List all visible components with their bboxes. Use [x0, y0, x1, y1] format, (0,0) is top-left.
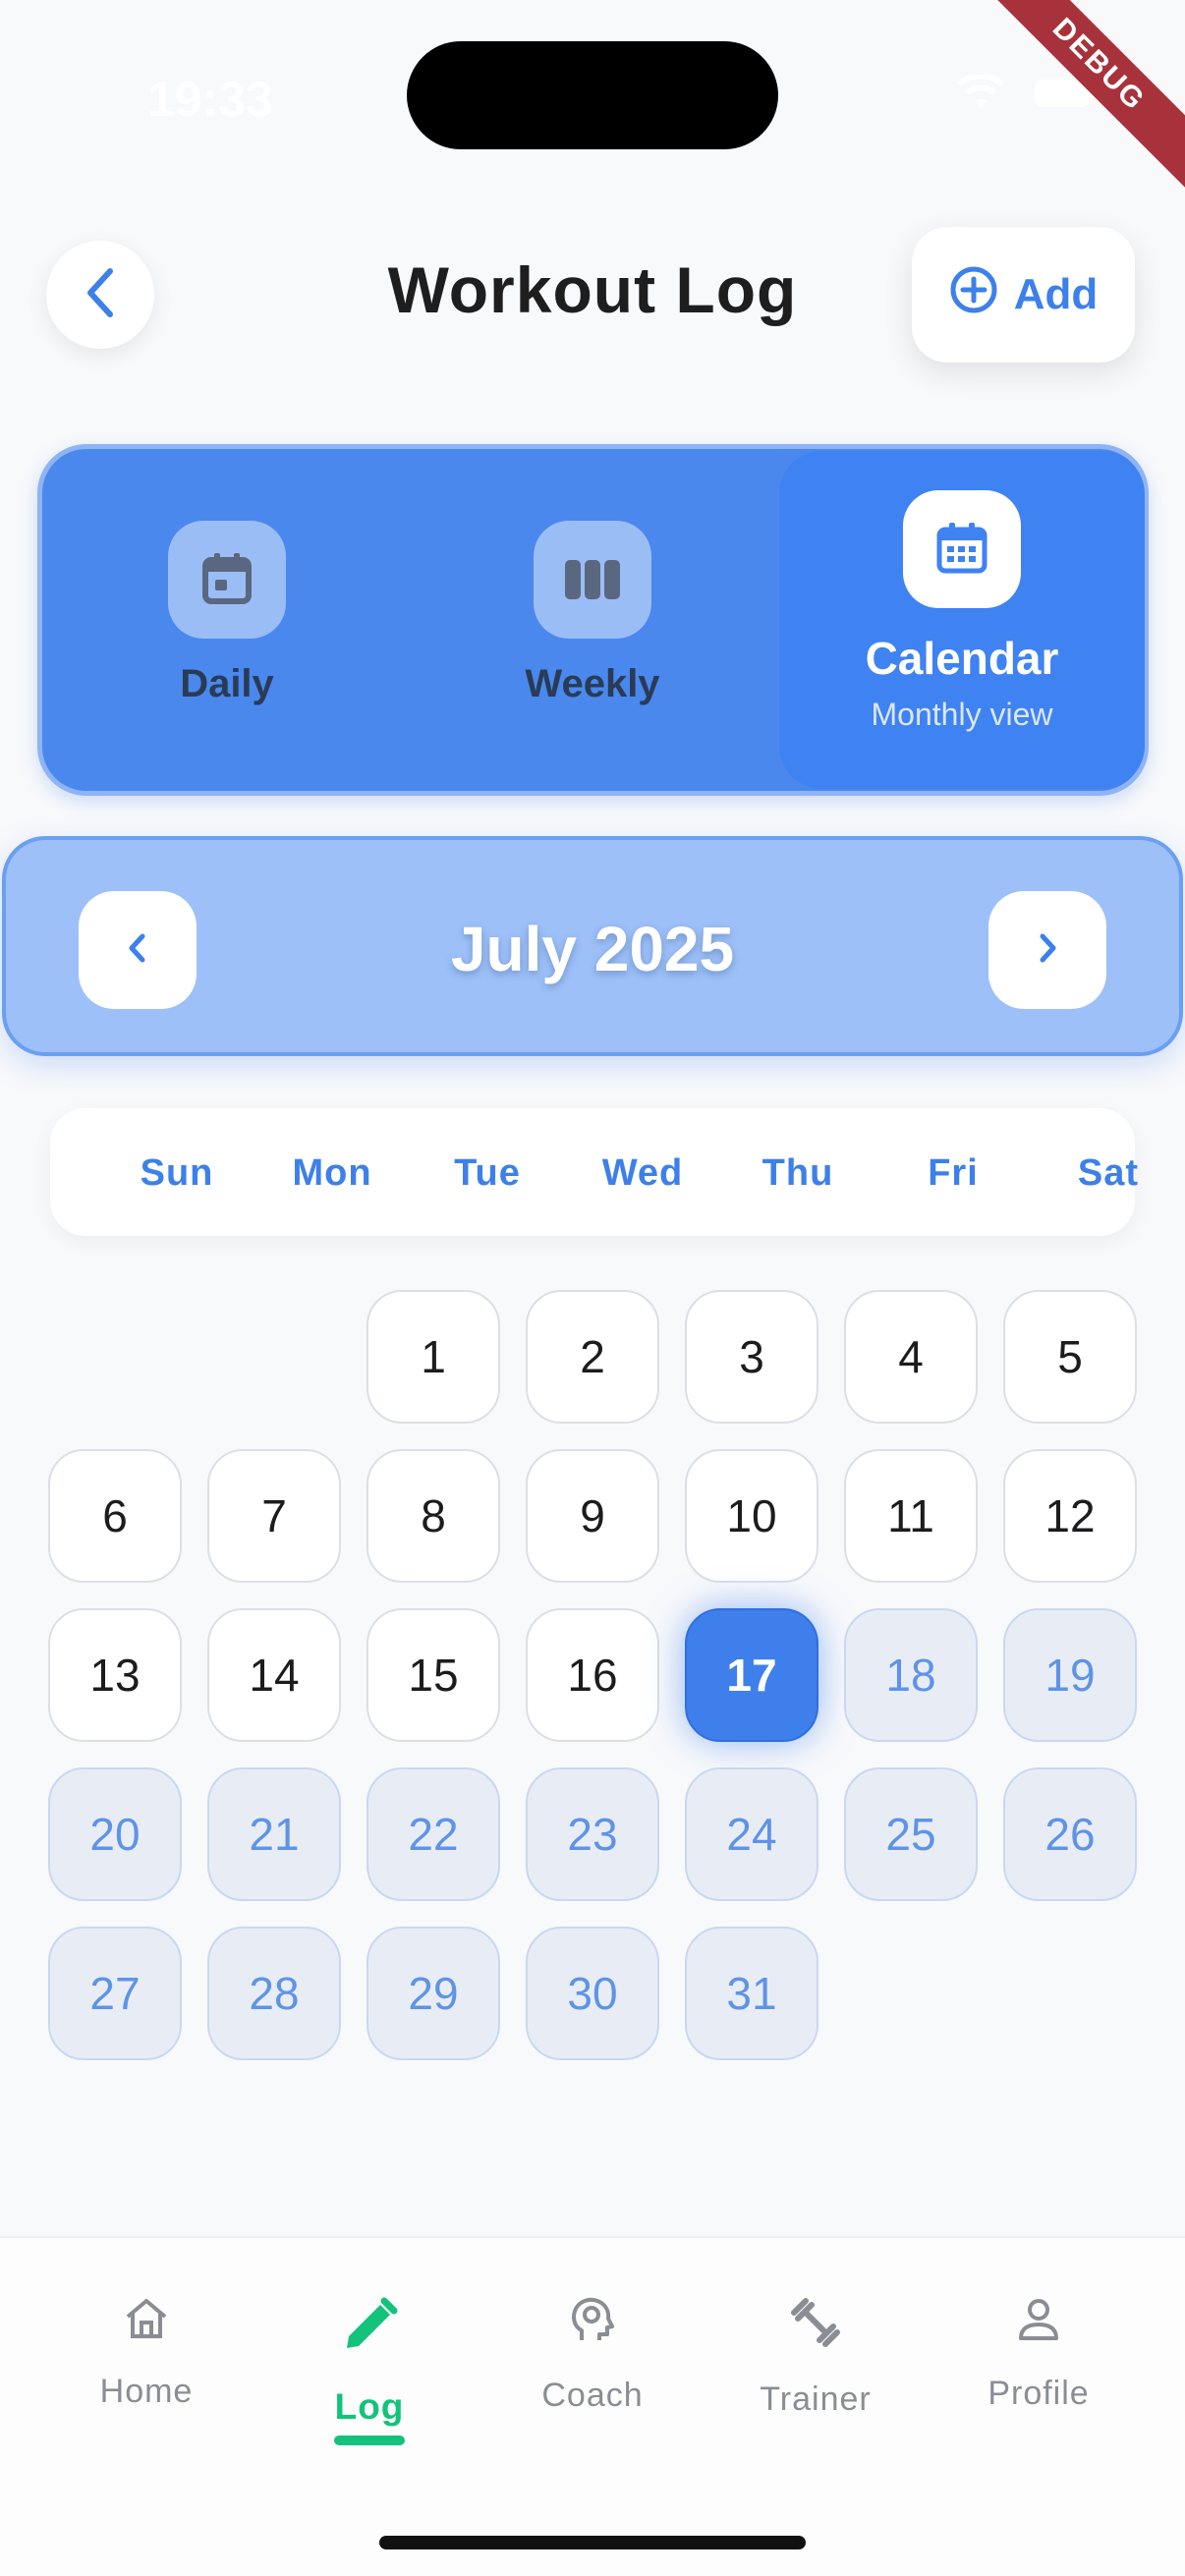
nav-profile-label: Profile [988, 2375, 1090, 2412]
brain-head-icon [568, 2295, 617, 2351]
plus-circle-icon [949, 265, 998, 325]
person-icon [1014, 2295, 1063, 2349]
calendar-day[interactable]: 19 [1003, 1608, 1137, 1742]
view-switcher: Daily Weekly Calendar Monthly view [37, 444, 1149, 796]
weekday-label: Mon [292, 1152, 372, 1194]
weekday-label: Sun [140, 1152, 214, 1194]
calendar-day[interactable]: 14 [207, 1608, 341, 1742]
tab-daily[interactable]: Daily [109, 449, 345, 791]
nav-log-label: Log [334, 2386, 405, 2427]
back-button[interactable] [46, 241, 154, 349]
nav-coach-label: Coach [541, 2377, 644, 2414]
calendar-day[interactable]: 5 [1003, 1290, 1137, 1424]
chevron-right-icon [1033, 928, 1062, 973]
nav-coach[interactable]: Coach [494, 2295, 691, 2415]
calendar-day[interactable]: 15 [367, 1608, 500, 1742]
home-indicator [379, 2536, 806, 2549]
dumbbell-icon [788, 2295, 843, 2355]
weekday-label: Sat [1077, 1152, 1140, 1194]
calendar-day[interactable]: 13 [48, 1608, 182, 1742]
calendar-day-icon [168, 521, 286, 639]
month-navigator: July 2025 [2, 836, 1183, 1056]
calendar-day[interactable]: 27 [48, 1927, 182, 2060]
calendar-day[interactable]: 11 [844, 1449, 978, 1583]
weekday-label: Tue [454, 1152, 521, 1194]
pencil-icon [339, 2295, 400, 2361]
calendar-day[interactable]: 10 [685, 1449, 818, 1583]
add-button[interactable]: Add [912, 227, 1135, 363]
calendar-day[interactable]: 26 [1003, 1767, 1137, 1901]
calendar-day[interactable]: 25 [844, 1767, 978, 1901]
nav-trainer-label: Trainer [760, 2380, 872, 2418]
dynamic-island [407, 41, 778, 149]
status-indicators [955, 75, 1097, 112]
nav-home-label: Home [99, 2373, 194, 2410]
nav-log[interactable]: Log [271, 2295, 468, 2445]
nav-profile[interactable]: Profile [940, 2295, 1137, 2413]
next-month-button[interactable] [988, 891, 1106, 1009]
calendar-day-today[interactable]: 17 [685, 1608, 818, 1742]
weekday-label: Thu [762, 1152, 834, 1194]
calendar-day[interactable]: 29 [367, 1927, 500, 2060]
weekday-header: Sun Mon Tue Wed Thu Fri Sat [50, 1108, 1138, 1236]
calendar-day[interactable]: 8 [367, 1449, 500, 1583]
calendar-day[interactable]: 9 [526, 1449, 659, 1583]
tab-weekly-label: Weekly [525, 662, 660, 705]
tab-calendar[interactable]: Calendar Monthly view [779, 451, 1145, 789]
week-columns-icon [534, 521, 651, 639]
calendar-day[interactable]: 1 [367, 1290, 500, 1424]
status-time: 19:33 [147, 72, 273, 127]
wifi-icon [955, 75, 1006, 112]
calendar-day[interactable]: 3 [685, 1290, 818, 1424]
calendar-day[interactable]: 24 [685, 1767, 818, 1901]
weekday-label: Fri [928, 1152, 979, 1194]
active-indicator [334, 2436, 405, 2445]
calendar-day[interactable]: 21 [207, 1767, 341, 1901]
chevron-left-icon [81, 265, 120, 325]
calendar-day[interactable]: 22 [367, 1767, 500, 1901]
bottom-navigation: Home Log Coach Trainer Profile [0, 2236, 1185, 2576]
calendar-day[interactable]: 12 [1003, 1449, 1137, 1583]
tab-daily-label: Daily [180, 662, 274, 705]
calendar-day[interactable]: 6 [48, 1449, 182, 1583]
calendar-day[interactable]: 23 [526, 1767, 659, 1901]
calendar-day[interactable]: 28 [207, 1927, 341, 2060]
calendar-day[interactable]: 31 [685, 1927, 818, 2060]
tab-weekly[interactable]: Weekly [475, 449, 710, 791]
calendar-day[interactable]: 2 [526, 1290, 659, 1424]
calendar-day[interactable]: 30 [526, 1927, 659, 2060]
tab-calendar-subtitle: Monthly view [871, 697, 1053, 732]
weekday-label: Wed [601, 1152, 684, 1194]
tab-calendar-label: Calendar [865, 633, 1059, 684]
nav-home[interactable]: Home [48, 2295, 245, 2411]
calendar-month-icon [903, 490, 1021, 608]
calendar-day[interactable]: 4 [844, 1290, 978, 1424]
add-button-label: Add [1013, 270, 1099, 318]
nav-trainer[interactable]: Trainer [717, 2295, 914, 2419]
calendar-day[interactable]: 7 [207, 1449, 341, 1583]
calendar-day[interactable]: 16 [526, 1608, 659, 1742]
calendar-day[interactable]: 18 [844, 1608, 978, 1742]
calendar-day[interactable]: 20 [48, 1767, 182, 1901]
home-icon [122, 2295, 171, 2347]
